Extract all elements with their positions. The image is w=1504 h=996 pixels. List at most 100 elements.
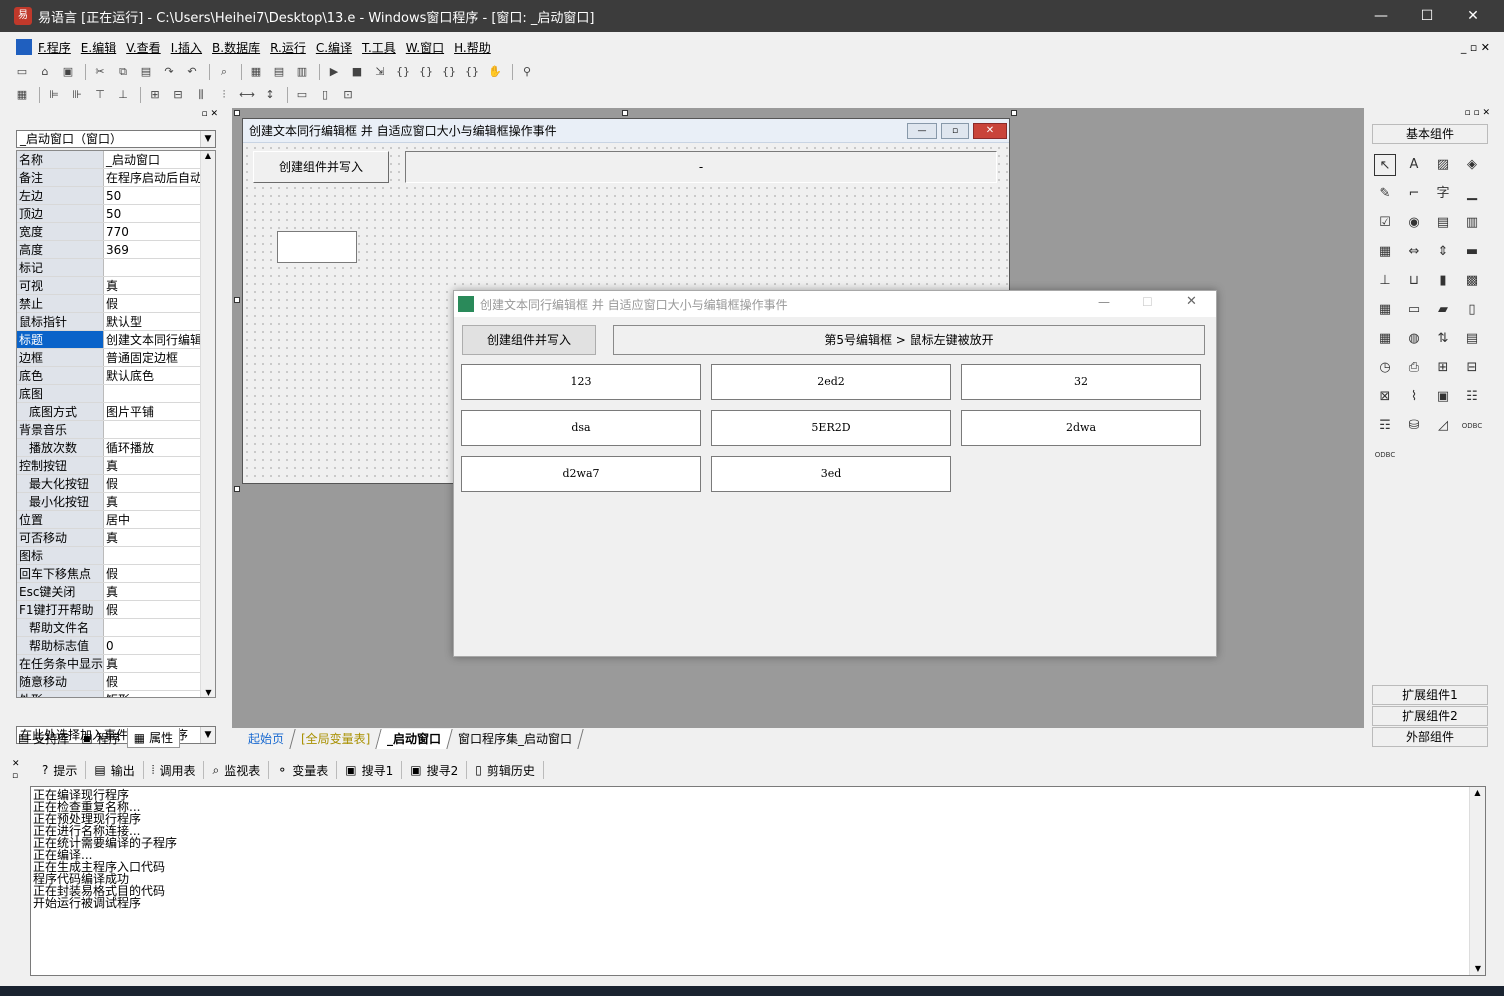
tab-control-icon[interactable]: ⊔: [1403, 270, 1425, 292]
property-row[interactable]: 标题 创建文本同行编辑: [17, 330, 203, 349]
size-width-icon[interactable]: ▭: [292, 86, 312, 104]
paste-icon[interactable]: ▤: [136, 63, 156, 81]
tab-global-vars[interactable]: [全局变量表]: [290, 729, 383, 749]
tab-search-2[interactable]: ▣ 搜寻2: [402, 761, 468, 779]
property-row[interactable]: 高度 369: [17, 240, 203, 259]
property-value[interactable]: 真: [103, 654, 203, 673]
radio-icon[interactable]: ◉: [1403, 212, 1425, 234]
tab-hint[interactable]: ? 提示: [34, 761, 87, 779]
property-row[interactable]: 可视真: [17, 276, 203, 295]
folder-icon[interactable]: ▰: [1432, 299, 1454, 321]
property-row[interactable]: 帮助文件名: [17, 618, 203, 637]
property-row[interactable]: 在任务条中显示真: [17, 654, 203, 673]
image-box-icon[interactable]: ▩: [1461, 270, 1483, 292]
output-panel-controls[interactable]: ✕ ▫: [12, 758, 20, 782]
edit-box-6[interactable]: 2dwa: [961, 410, 1201, 446]
property-row[interactable]: 底图: [17, 384, 203, 403]
property-value[interactable]: 普通固定边框: [103, 348, 203, 367]
property-value[interactable]: _启动窗口: [103, 151, 203, 169]
calendar-icon[interactable]: ▦: [1374, 299, 1396, 321]
binoculars-icon[interactable]: ⚲: [517, 63, 537, 81]
listbox-icon[interactable]: ▥: [1461, 212, 1483, 234]
edit-box-8[interactable]: 3ed: [711, 456, 951, 492]
odbc-icon[interactable]: ODBC: [1461, 415, 1483, 437]
undo-icon[interactable]: ↶: [182, 63, 202, 81]
tab-window-program-set[interactable]: 窗口程序集_启动窗口: [447, 729, 585, 749]
property-row[interactable]: 禁止假: [17, 294, 203, 313]
checkbox-icon[interactable]: ☑: [1374, 212, 1396, 234]
property-value[interactable]: 50: [103, 204, 203, 223]
tab-start-page[interactable]: 起始页: [237, 729, 296, 749]
drive-icon[interactable]: ▭: [1403, 299, 1425, 321]
property-row[interactable]: 最小化按钮真: [17, 492, 203, 511]
output-scrollbar[interactable]: ▲ ▼: [1469, 787, 1485, 975]
scroll-up-icon[interactable]: ▲: [1470, 787, 1485, 799]
resize-handle[interactable]: [1011, 110, 1017, 116]
mdi-controls[interactable]: _ ▫ ✕: [1461, 41, 1490, 54]
provider-icon[interactable]: ⊟: [1461, 357, 1483, 379]
run-to-cursor-icon[interactable]: {}: [462, 63, 482, 81]
menu-compile[interactable]: C.编译: [316, 39, 352, 56]
resize-handle[interactable]: [234, 110, 240, 116]
edit-box-2[interactable]: 2ed2: [711, 364, 951, 400]
edit-box-1[interactable]: 123: [461, 364, 701, 400]
runtime-window[interactable]: 创建文本同行编辑框 并 自适应窗口大小与编辑框操作事件 — ☐ ✕ 创建组件并写…: [453, 290, 1217, 657]
align-left-icon[interactable]: ⊫: [44, 86, 64, 104]
property-row[interactable]: 鼠标指针 默认型: [17, 312, 203, 331]
tab-support-library[interactable]: ▤ 支持库: [12, 728, 75, 748]
shape-icon[interactable]: ◈: [1461, 154, 1483, 176]
property-value[interactable]: 假: [103, 564, 203, 583]
property-value[interactable]: 真: [103, 582, 203, 601]
edit-box-5[interactable]: 5ER2D: [711, 410, 951, 446]
design-edit-box[interactable]: [277, 231, 357, 263]
slider-icon[interactable]: ⊥: [1374, 270, 1396, 292]
property-value[interactable]: 真: [103, 276, 203, 295]
tab-output[interactable]: ▤ 输出: [86, 761, 144, 779]
picture-icon[interactable]: ▨: [1432, 154, 1454, 176]
maximize-button[interactable]: ☐: [1404, 0, 1450, 32]
property-value[interactable]: 居中: [103, 510, 203, 529]
property-value[interactable]: [103, 618, 203, 637]
panel-controls[interactable]: ▫ ✕: [201, 109, 218, 119]
property-row[interactable]: 名称 _启动窗口: [17, 151, 203, 169]
step-icon[interactable]: ⇲: [370, 63, 390, 81]
scroll-up-icon[interactable]: ▲: [201, 151, 215, 160]
property-row[interactable]: 外形矩形: [17, 690, 203, 697]
property-row[interactable]: 背景音乐: [17, 420, 203, 439]
property-value[interactable]: 50: [103, 186, 203, 205]
size-both-icon[interactable]: ⊡: [338, 86, 358, 104]
property-row[interactable]: 底图方式 图片平铺: [17, 402, 203, 421]
chart-icon[interactable]: ◿: [1432, 415, 1454, 437]
group-box-icon[interactable]: ⌐: [1403, 183, 1425, 205]
net-icon[interactable]: ⊠: [1374, 386, 1396, 408]
printer-icon[interactable]: ⎙: [1403, 357, 1425, 379]
menu-run[interactable]: R.运行: [270, 39, 306, 56]
close-button[interactable]: ✕: [1186, 294, 1197, 309]
close-button[interactable]: ✕: [1450, 0, 1496, 32]
dde-icon[interactable]: ⌇: [1403, 386, 1425, 408]
property-value[interactable]: [103, 384, 203, 403]
spin-icon[interactable]: ⇅: [1432, 328, 1454, 350]
calculator-icon[interactable]: ▦: [12, 86, 32, 104]
property-value[interactable]: 假: [103, 474, 203, 493]
property-row[interactable]: 可否移动真: [17, 528, 203, 547]
tab-program[interactable]: ▣ 程序: [75, 728, 126, 748]
scroll-down-icon[interactable]: ▼: [1470, 963, 1486, 975]
tab-variables[interactable]: ⚬ 变量表: [269, 761, 338, 779]
same-width-icon[interactable]: ⟷: [237, 86, 257, 104]
menu-help[interactable]: H.帮助: [454, 39, 491, 56]
tab-call-table[interactable]: ⦙ 调用表: [144, 761, 205, 779]
property-row[interactable]: 左边 50: [17, 186, 203, 205]
property-value[interactable]: 假: [103, 672, 203, 691]
property-value[interactable]: 循环播放: [103, 438, 203, 457]
edit-box-3[interactable]: 32: [961, 364, 1201, 400]
layout-3-icon[interactable]: ▥: [292, 63, 312, 81]
property-row[interactable]: 控制按钮真: [17, 456, 203, 475]
step-out-icon[interactable]: {}: [439, 63, 459, 81]
space-h-icon[interactable]: ⫼: [191, 86, 211, 104]
property-row[interactable]: F1键打开帮助假: [17, 600, 203, 619]
property-row[interactable]: 备注 在程序启动后自动: [17, 168, 203, 187]
menu-tools[interactable]: T.工具: [362, 39, 396, 56]
property-row[interactable]: 图标: [17, 546, 203, 565]
menu-view[interactable]: V.查看: [126, 39, 160, 56]
